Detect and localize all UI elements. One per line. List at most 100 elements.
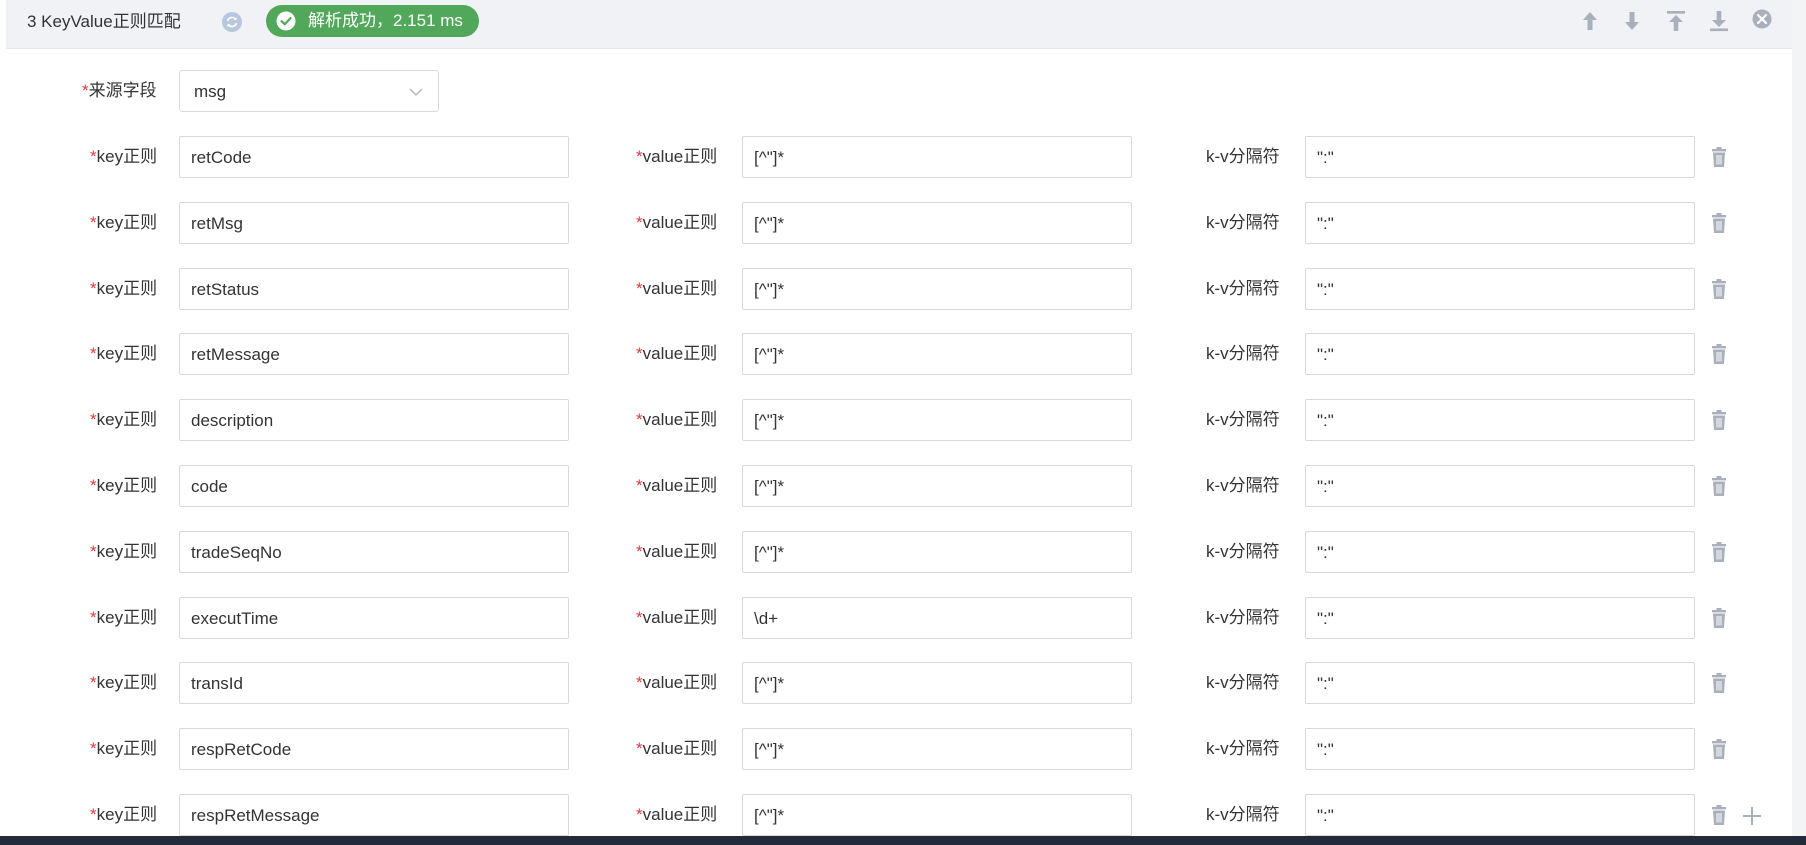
required-mark: * xyxy=(90,805,97,824)
trash-icon[interactable] xyxy=(1708,672,1730,696)
value-regex-label: *value正则 xyxy=(636,410,717,430)
kv-separator-input[interactable]: ":" xyxy=(1305,531,1695,573)
trash-icon[interactable] xyxy=(1708,607,1730,631)
kv-separator-label: k-v分隔符 xyxy=(1206,476,1280,495)
trash-icon[interactable] xyxy=(1708,804,1730,828)
value-regex-input[interactable]: [^"]* xyxy=(742,136,1132,178)
trash-icon[interactable] xyxy=(1708,541,1730,565)
value-regex-label: *value正则 xyxy=(636,147,717,167)
value-regex-input[interactable]: [^"]* xyxy=(742,794,1132,836)
source-field-select[interactable]: msg xyxy=(179,70,439,112)
kv-separator-input[interactable]: ":" xyxy=(1305,268,1695,310)
refresh-icon[interactable] xyxy=(220,10,244,34)
value-regex-label-text: value正则 xyxy=(642,476,718,495)
key-regex-input[interactable]: retCode xyxy=(179,136,569,178)
trash-icon[interactable] xyxy=(1708,278,1730,302)
source-field-label: *来源字段 xyxy=(82,81,157,101)
key-regex-label: *key正则 xyxy=(90,608,157,628)
key-regex-label: *key正则 xyxy=(90,213,157,233)
kv-separator-label: k-v分隔符 xyxy=(1206,673,1280,692)
required-mark: * xyxy=(636,542,643,561)
key-regex-label: *key正则 xyxy=(90,279,157,299)
required-mark: * xyxy=(90,476,97,495)
key-regex-input[interactable]: retMessage xyxy=(179,333,569,375)
value-regex-input[interactable]: [^"]* xyxy=(742,728,1132,770)
trash-icon[interactable] xyxy=(1708,212,1730,236)
key-regex-input[interactable]: respRetMessage xyxy=(179,794,569,836)
key-regex-label: *key正则 xyxy=(90,542,157,562)
kv-rule-row: *key正则 respRetCode *value正则 [^"]* k-v分隔符 ":" xyxy=(6,728,1792,772)
move-to-bottom-icon[interactable] xyxy=(1705,8,1733,34)
kv-separator-input[interactable]: ":" xyxy=(1305,333,1695,375)
kv-separator-label: k-v分隔符 xyxy=(1206,739,1280,758)
value-regex-label: *value正则 xyxy=(636,279,717,299)
required-mark: * xyxy=(90,410,97,429)
value-regex-input[interactable]: [^"]* xyxy=(742,465,1132,507)
key-regex-input[interactable]: retMsg xyxy=(179,202,569,244)
move-to-top-icon[interactable] xyxy=(1662,8,1690,34)
required-mark: * xyxy=(90,739,97,758)
trash-icon[interactable] xyxy=(1708,738,1730,762)
value-regex-input[interactable]: [^"]* xyxy=(742,268,1132,310)
kv-separator-input[interactable]: ":" xyxy=(1305,465,1695,507)
close-circle-icon[interactable] xyxy=(1748,8,1776,34)
header-toolbar xyxy=(1576,8,1776,32)
arrow-up-icon[interactable] xyxy=(1576,8,1604,34)
required-mark: * xyxy=(636,805,643,824)
value-regex-input[interactable]: [^"]* xyxy=(742,333,1132,375)
plus-icon[interactable] xyxy=(1740,804,1764,828)
required-mark: * xyxy=(90,213,97,232)
kv-rule-row: *key正则 respRetMessage *value正则 [^"]* k-v分隔符 "… xyxy=(6,794,1792,838)
kv-separator-label: k-v分隔符 xyxy=(1206,410,1280,429)
kv-separator-input[interactable]: ":" xyxy=(1305,202,1695,244)
key-regex-input[interactable]: executTime xyxy=(179,597,569,639)
key-regex-label: *key正则 xyxy=(90,476,157,496)
key-regex-label: *key正则 xyxy=(90,344,157,364)
trash-icon[interactable] xyxy=(1708,475,1730,499)
required-mark: * xyxy=(636,147,643,166)
parse-status-text: 解析成功，2.151 ms xyxy=(308,11,463,30)
trash-icon[interactable] xyxy=(1708,146,1730,170)
value-regex-label-text: value正则 xyxy=(642,542,718,561)
source-field-value: msg xyxy=(194,82,227,101)
value-regex-input[interactable]: [^"]* xyxy=(742,662,1132,704)
kv-separator-input[interactable]: ":" xyxy=(1305,597,1695,639)
kv-rule-row: *key正则 transId *value正则 [^"]* k-v分隔符 ":" xyxy=(6,662,1792,706)
key-regex-label: *key正则 xyxy=(90,805,157,825)
key-regex-input[interactable]: description xyxy=(179,399,569,441)
kv-separator-input[interactable]: ":" xyxy=(1305,399,1695,441)
key-regex-input[interactable]: code xyxy=(179,465,569,507)
kv-separator-input[interactable]: ":" xyxy=(1305,662,1695,704)
key-regex-label-text: key正则 xyxy=(96,608,158,627)
required-mark: * xyxy=(636,213,643,232)
kv-separator-input[interactable]: ":" xyxy=(1305,136,1695,178)
value-regex-input[interactable]: \d+ xyxy=(742,597,1132,639)
key-regex-label-text: key正则 xyxy=(96,476,158,495)
key-regex-input[interactable]: retStatus xyxy=(179,268,569,310)
value-regex-label: *value正则 xyxy=(636,476,717,496)
kv-separator-label: k-v分隔符 xyxy=(1206,805,1280,824)
source-field-row: *来源字段 msg xyxy=(6,70,606,114)
key-regex-input[interactable]: transId xyxy=(179,662,569,704)
kv-separator-input[interactable]: ":" xyxy=(1305,728,1695,770)
value-regex-input[interactable]: [^"]* xyxy=(742,399,1132,441)
key-regex-label: *key正则 xyxy=(90,147,157,167)
kv-separator-label: k-v分隔符 xyxy=(1206,147,1280,166)
value-regex-input[interactable]: [^"]* xyxy=(742,531,1132,573)
key-regex-input[interactable]: respRetCode xyxy=(179,728,569,770)
required-mark: * xyxy=(90,542,97,561)
kv-separator-label: k-v分隔符 xyxy=(1206,542,1280,561)
required-mark: * xyxy=(636,476,643,495)
key-regex-label-text: key正则 xyxy=(96,147,158,166)
trash-icon[interactable] xyxy=(1708,409,1730,433)
page: 3 KeyValue正则匹配 解析成功，2.151 ms *来源字段 msg *… xyxy=(0,0,1806,845)
key-regex-label-text: key正则 xyxy=(96,805,158,824)
kv-separator-input[interactable]: ":" xyxy=(1305,794,1695,836)
required-mark: * xyxy=(636,279,643,298)
required-mark: * xyxy=(90,279,97,298)
trash-icon[interactable] xyxy=(1708,343,1730,367)
kv-rule-row: *key正则 tradeSeqNo *value正则 [^"]* k-v分隔符 ":" xyxy=(6,531,1792,575)
value-regex-input[interactable]: [^"]* xyxy=(742,202,1132,244)
arrow-down-icon[interactable] xyxy=(1618,8,1646,34)
key-regex-input[interactable]: tradeSeqNo xyxy=(179,531,569,573)
